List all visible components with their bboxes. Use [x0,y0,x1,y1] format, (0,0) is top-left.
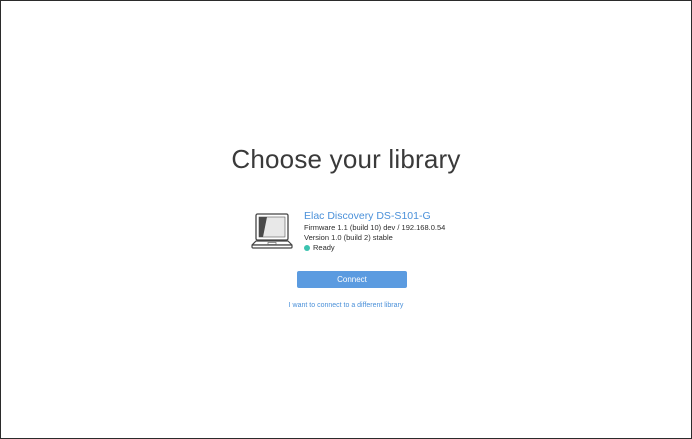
device-firmware: Firmware 1.1 (build 10) dev / 192.168.0.… [304,223,446,232]
laptop-icon [251,213,293,249]
page-title: Choose your library [231,144,461,174]
device-version: Version 1.0 (build 2) stable [304,233,393,242]
device-status: Ready [304,243,524,253]
device-name[interactable]: Elac Discovery DS-S101-G [304,210,524,223]
connect-different-library-link[interactable]: I want to connect to a different library [1,301,691,310]
device-info: Elac Discovery DS-S101-G Firmware 1.1 (b… [304,210,524,253]
library-device-card[interactable]: Elac Discovery DS-S101-G Firmware 1.1 (b… [250,210,510,260]
app-window: Choose your library Elac Discovery DS-S1… [0,0,692,439]
status-text: Ready [313,243,335,252]
status-dot-icon [304,245,310,251]
connect-button[interactable]: Connect [297,271,407,288]
